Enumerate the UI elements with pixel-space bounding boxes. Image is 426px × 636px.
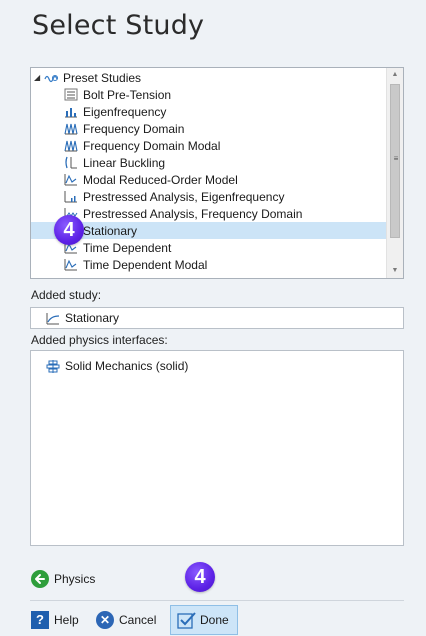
help-label: Help <box>54 613 79 627</box>
tree-item-label: Linear Buckling <box>83 155 166 170</box>
cancel-button[interactable]: ✕ Cancel <box>96 605 156 635</box>
physics-item-solid-mechanics[interactable]: Solid Mechanics (solid) <box>46 359 188 373</box>
modal-rom-icon <box>64 173 78 186</box>
step-badge-study: 4 <box>54 215 84 245</box>
tree-item-frequency-domain[interactable]: Frequency Domain <box>31 120 387 137</box>
tree-item-label: Time Dependent Modal <box>83 257 208 272</box>
tree-root-label: Preset Studies <box>63 70 142 85</box>
tree-item-label: Frequency Domain <box>83 121 185 136</box>
tree-item-label: Prestressed Analysis, Eigenfrequency <box>83 189 285 204</box>
tree-root-preset-studies[interactable]: ◢ Preset Studies <box>31 69 387 86</box>
linear-buckling-icon <box>64 156 78 169</box>
scroll-thumb[interactable]: ≡ <box>390 84 400 238</box>
tree-item-label: Frequency Domain Modal <box>83 138 221 153</box>
tree-item-prestressed-eigenfrequency[interactable]: Prestressed Analysis, Eigenfrequency <box>31 188 387 205</box>
tree-item-prestressed-frequency-domain[interactable]: Prestressed Analysis, Frequency Domain <box>31 205 387 222</box>
dialog-title: Select Study <box>32 10 205 41</box>
study-tree[interactable]: ◢ Preset Studies Bolt Pre-Tension Eigenf… <box>30 67 404 279</box>
tree-item-time-dependent[interactable]: Time Dependent <box>31 239 387 256</box>
tree-item-label: Stationary <box>83 223 138 238</box>
added-study-label: Added study: <box>31 288 102 302</box>
scroll-up-icon[interactable]: ▲ <box>387 68 403 82</box>
help-icon: ? <box>31 611 49 629</box>
tree-item-label: Bolt Pre-Tension <box>83 87 172 102</box>
stationary-icon <box>46 312 60 325</box>
tree-item-modal-reduced-order-model[interactable]: Modal Reduced-Order Model <box>31 171 387 188</box>
close-icon: ✕ <box>96 611 114 629</box>
tree-item-time-dependent-modal[interactable]: Time Dependent Modal <box>31 256 387 273</box>
solid-mechanics-icon <box>46 359 60 373</box>
scroll-down-icon[interactable]: ▼ <box>387 264 403 278</box>
tree-item-linear-buckling[interactable]: Linear Buckling <box>31 154 387 171</box>
bolt-pretension-icon <box>64 88 78 101</box>
preset-studies-icon <box>44 71 59 84</box>
time-dependent-modal-icon <box>64 258 78 271</box>
grip-icon: ≡ <box>393 154 399 163</box>
added-physics-label: Added physics interfaces: <box>31 333 168 347</box>
frequency-domain-icon <box>64 122 78 135</box>
added-physics-list[interactable]: Solid Mechanics (solid) <box>30 350 404 546</box>
tree-item-frequency-domain-modal[interactable]: Frequency Domain Modal <box>31 137 387 154</box>
physics-nav-label: Physics <box>54 572 96 586</box>
tree-item-label: Modal Reduced-Order Model <box>83 172 238 187</box>
cancel-label: Cancel <box>119 613 157 627</box>
frequency-domain-modal-icon <box>64 139 78 152</box>
help-button[interactable]: ? Help <box>31 605 79 635</box>
done-button[interactable]: Done <box>170 605 238 635</box>
added-study-value: Stationary <box>65 311 120 325</box>
physics-item-label: Solid Mechanics (solid) <box>65 359 189 373</box>
footer-divider <box>30 600 404 601</box>
step-badge-done: 4 <box>185 562 215 592</box>
tree-scrollbar[interactable]: ▲ ≡ ▼ <box>386 68 403 278</box>
eigenfrequency-icon <box>64 105 78 118</box>
arrow-left-icon <box>31 570 49 588</box>
tree-item-label: Time Dependent <box>83 240 172 255</box>
expand-triangle-icon[interactable]: ◢ <box>34 73 44 82</box>
added-study-field: Stationary <box>30 307 404 329</box>
tree-item-label: Prestressed Analysis, Frequency Domain <box>83 206 303 221</box>
tree-item-eigenfrequency[interactable]: Eigenfrequency <box>31 103 387 120</box>
prestressed-eigen-icon <box>64 190 78 203</box>
physics-nav-button[interactable]: Physics <box>31 570 95 588</box>
tree-item-stationary[interactable]: Stationary <box>31 222 387 239</box>
tree-item-label: Eigenfrequency <box>83 104 167 119</box>
done-label: Done <box>200 613 229 627</box>
checkmark-icon <box>177 611 197 629</box>
tree-item-bolt-pre-tension[interactable]: Bolt Pre-Tension <box>31 86 387 103</box>
